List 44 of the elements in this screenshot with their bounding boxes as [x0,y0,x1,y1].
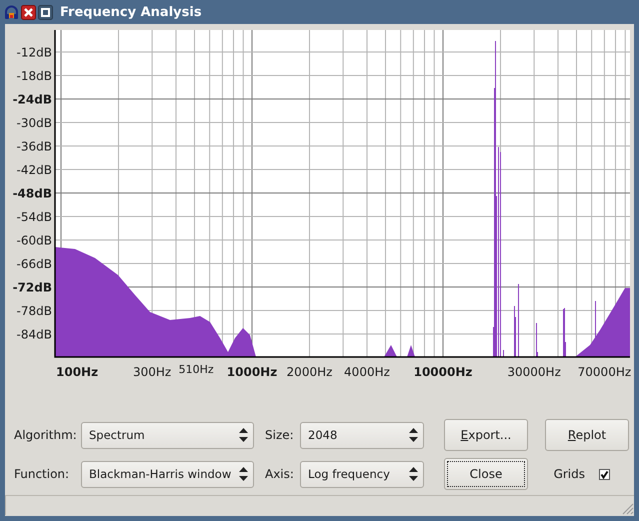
maximize-button[interactable] [38,4,53,20]
y-axis-label: -12dB [16,46,52,60]
close-button[interactable]: Close [444,458,528,490]
export-button[interactable]: Export... [444,419,528,451]
x-axis-label: 300Hz [133,365,172,379]
y-axis-label: -30dB [16,116,52,130]
up-down-arrows-icon [239,428,248,442]
up-down-arrows-icon [409,467,418,481]
grids-checkbox[interactable] [599,468,610,480]
y-axis-label: -42dB [16,163,52,177]
dropdown[interactable]: 2048 [300,422,424,448]
y-axis-label: -72dB [12,280,52,294]
up-down-arrows-icon [239,467,248,481]
field-label: Axis: [265,467,295,481]
dropdown[interactable]: Spectrum [81,422,254,448]
replot-button[interactable]: Replot [545,419,629,451]
y-axis-label: -84dB [16,328,52,342]
dropdown[interactable]: Blackman-Harris window [81,460,254,488]
x-axis-label: 70000Hz [578,365,632,379]
x-axis-label: 10000Hz [414,365,472,379]
x-axis-label: 510Hz [178,363,214,376]
resize-grip-icon[interactable] [621,502,634,515]
field-label: Size: [265,428,295,442]
y-axis-label: -60dB [16,234,52,248]
y-axis-label: -24dB [12,92,52,106]
x-axis-label: 30000Hz [507,365,561,379]
close-button[interactable] [21,4,36,20]
x-axis-label: 100Hz [56,365,98,379]
field-label: Algorithm: [14,428,78,442]
y-axis-label: -54dB [16,210,52,224]
y-axis-label: -36dB [16,140,52,154]
up-down-arrows-icon [409,428,418,442]
y-axis-label: -48dB [12,186,52,200]
x-axis-label: 2000Hz [286,365,332,379]
x-axis-label: 1000Hz [226,365,278,379]
y-axis-label: -66dB [16,257,52,271]
window-title: Frequency Analysis [60,4,202,20]
field-label: Function: [14,467,70,481]
grids-label: Grids [554,467,585,481]
dropdown[interactable]: Log frequency [300,460,424,488]
y-axis-label: -18dB [16,69,52,83]
headphones-icon [4,4,19,20]
x-axis-label: 4000Hz [344,365,390,379]
y-axis-label: -78dB [16,304,52,318]
